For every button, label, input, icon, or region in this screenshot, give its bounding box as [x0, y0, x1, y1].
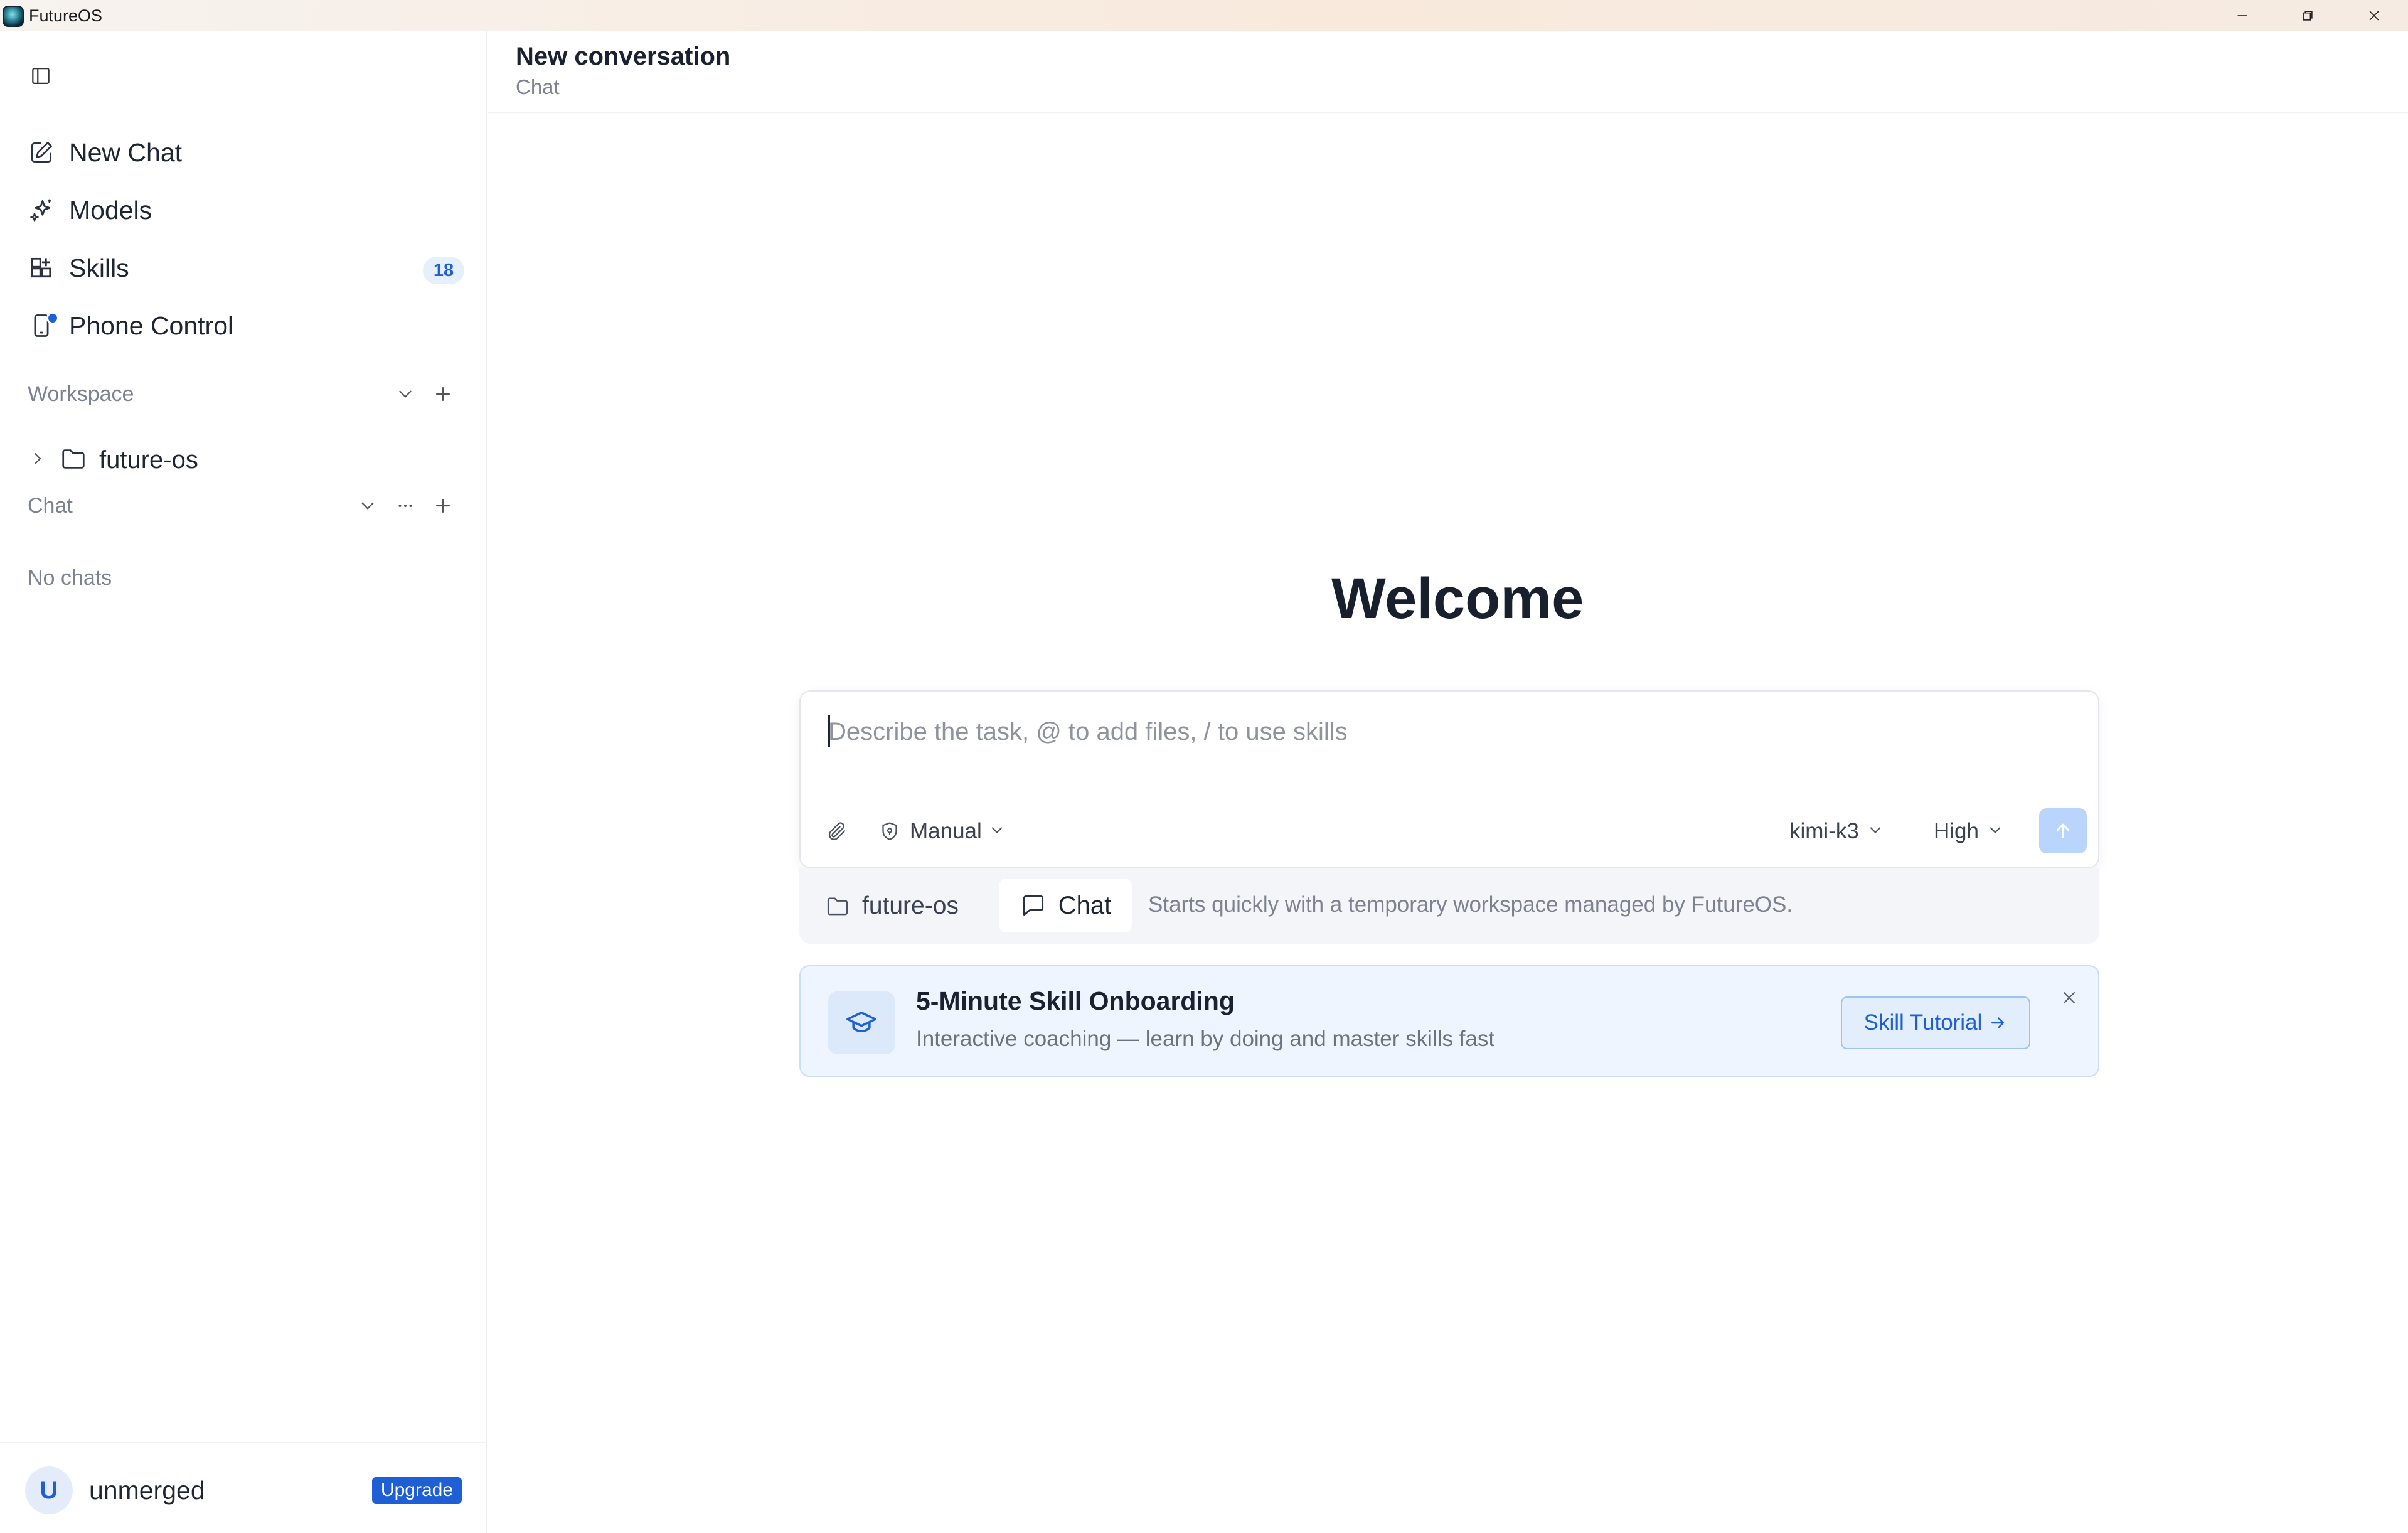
send-button[interactable]: [2039, 808, 2087, 853]
chat-mode-option[interactable]: Chat: [999, 879, 1132, 932]
workspace-item-label: future-os: [99, 446, 198, 474]
chat-mode-label: Chat: [1058, 891, 1112, 919]
skill-tutorial-label: Skill Tutorial: [1863, 1010, 1983, 1035]
workspace-section-title: Workspace: [28, 382, 134, 406]
collapse-chat-button[interactable]: [354, 492, 381, 520]
restore-icon: [2303, 11, 2313, 21]
skill-tutorial-button[interactable]: Skill Tutorial: [1841, 996, 2030, 1049]
effort-dropdown[interactable]: High: [1934, 816, 2004, 847]
chat-section-header: Chat: [28, 487, 461, 525]
sidebar-item-models[interactable]: Models: [25, 185, 464, 235]
workspace-item-future-os[interactable]: future-os: [28, 438, 198, 482]
chat-section-title: Chat: [28, 493, 73, 518]
upgrade-button[interactable]: Upgrade: [371, 1477, 462, 1504]
task-input[interactable]: [828, 713, 2070, 750]
model-dropdown[interactable]: kimi-k3: [1789, 816, 1884, 847]
chevron-down-icon: [361, 502, 374, 510]
plus-icon: [435, 387, 450, 402]
username: unmerged: [89, 1475, 205, 1505]
phone-icon: [25, 309, 59, 342]
close-icon: [2369, 11, 2379, 21]
mode-description: Starts quickly with a temporary workspac…: [1148, 892, 1793, 917]
plus-icon: [435, 498, 450, 513]
skill-onboarding-card: 5-Minute Skill Onboarding Interactive co…: [799, 965, 2099, 1077]
conversation-header: New conversation Chat: [488, 31, 2408, 113]
restore-button[interactable]: [2276, 0, 2339, 31]
user-profile[interactable]: U unmerged Upgrade: [25, 1465, 462, 1515]
page-subtitle: Chat: [516, 75, 560, 99]
workspace-folder-label: future-os: [862, 892, 959, 919]
onboarding-subtitle: Interactive coaching — learn by doing an…: [916, 1027, 1495, 1051]
welcome-heading: Welcome: [1331, 567, 1584, 631]
sidebar-item-label: Skills: [69, 253, 129, 282]
app-title: FutureOS: [29, 6, 103, 25]
chevron-right-icon[interactable]: [28, 449, 48, 472]
no-chats-text: No chats: [28, 566, 112, 590]
chevron-down-icon: [988, 821, 1006, 842]
minimize-icon: [2237, 15, 2247, 16]
mode-dropdown[interactable]: Manual: [878, 816, 1006, 847]
skills-count-badge: 18: [423, 257, 464, 284]
attach-button[interactable]: [826, 816, 848, 847]
sidebar-item-label: Models: [69, 195, 152, 225]
dismiss-onboarding-button[interactable]: [2055, 984, 2083, 1012]
workspace-section-header: Workspace: [28, 375, 461, 413]
sidebar-item-label: Phone Control: [69, 311, 234, 340]
shield-icon: [882, 822, 897, 840]
sidebar-item-phone-control[interactable]: Phone Control: [25, 301, 464, 351]
chevron-down-icon: [1986, 821, 2004, 842]
sidebar-item-skills[interactable]: Skills 18: [25, 243, 464, 293]
page-title: New conversation: [516, 43, 731, 70]
effort-label: High: [1934, 819, 1979, 843]
sidebar: New Chat Models Skills 18 Phone Control …: [0, 31, 487, 1533]
notification-dot: [46, 312, 59, 324]
add-chat-button[interactable]: [429, 492, 457, 520]
title-bar: FutureOS: [0, 0, 2408, 31]
avatar: U: [25, 1466, 73, 1514]
minimize-button[interactable]: [2211, 0, 2274, 31]
folder-icon: [827, 897, 848, 916]
app-logo-icon: [3, 6, 24, 27]
sidebar-panel-icon: [32, 68, 50, 84]
sidebar-item-new-chat[interactable]: New Chat: [25, 127, 464, 178]
more-horizontal-icon: [398, 505, 412, 507]
chat-more-button[interactable]: [392, 492, 419, 520]
text-caret: [828, 715, 830, 747]
paperclip-icon: [828, 822, 846, 840]
onboarding-title: 5-Minute Skill Onboarding: [916, 986, 1235, 1015]
divider: [0, 1442, 487, 1443]
chevron-down-icon: [399, 390, 412, 398]
grid-plus-icon: [25, 252, 58, 284]
workspace-mode-bar: future-os Chat Starts quickly with a tem…: [799, 868, 2099, 944]
chevron-down-icon: [1867, 821, 1884, 842]
composer: Manual kimi-k3 High: [799, 690, 2099, 868]
model-label: kimi-k3: [1789, 819, 1859, 843]
arrow-up-icon: [2057, 823, 2069, 838]
sidebar-item-label: New Chat: [69, 137, 183, 167]
workspace-folder-option[interactable]: future-os: [824, 889, 959, 924]
message-square-icon: [1023, 895, 1043, 916]
toggle-sidebar-button[interactable]: [26, 61, 55, 90]
collapse-workspace-button[interactable]: [392, 380, 419, 408]
folder-icon: [59, 444, 88, 476]
mode-label: Manual: [910, 819, 982, 843]
close-icon: [2063, 991, 2075, 1004]
close-window-button[interactable]: [2343, 0, 2405, 31]
add-workspace-button[interactable]: [429, 380, 457, 408]
sparkles-icon: [25, 194, 58, 227]
edit-icon: [25, 136, 58, 169]
graduation-cap-icon: [828, 991, 895, 1054]
arrow-right-icon: [1991, 1017, 2005, 1028]
